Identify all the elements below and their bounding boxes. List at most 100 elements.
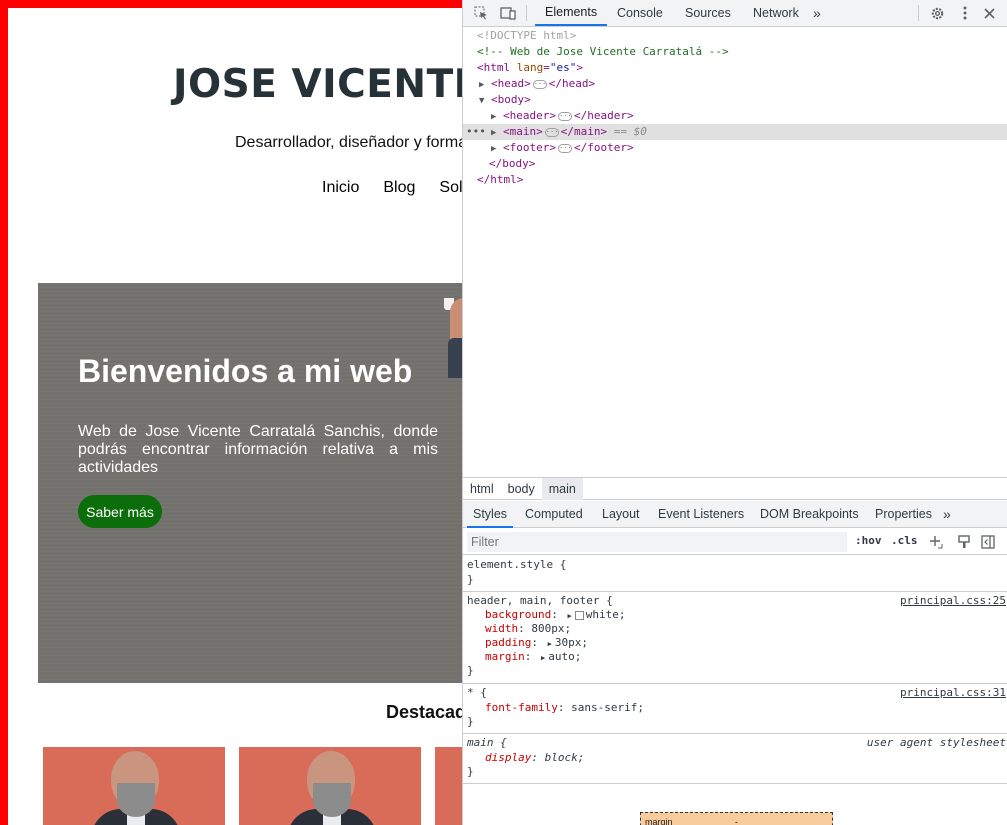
source-link[interactable]: principal.css:31 (900, 686, 1006, 699)
source-link[interactable]: principal.css:25 (900, 594, 1006, 607)
expand-arrow-icon[interactable]: ▶ (491, 109, 503, 125)
dom-html[interactable]: <html lang="es"> (477, 60, 583, 76)
site-title: JOSE VICENTE (173, 62, 462, 107)
breadcrumb-body[interactable]: body (501, 478, 542, 500)
breadcrumb-main[interactable]: main (541, 477, 583, 500)
featured-thumbnail-2[interactable] (239, 747, 421, 825)
featured-thumbnail-1[interactable] (43, 747, 225, 825)
html-attr-value: "es" (549, 61, 577, 74)
tab-sources[interactable]: Sources (685, 0, 731, 26)
rule-selector[interactable]: * { (467, 686, 487, 700)
dom-body-close[interactable]: </body> (489, 156, 535, 172)
expand-arrow-icon[interactable]: ▶ (541, 654, 545, 662)
beard-shape (313, 783, 351, 817)
expand-arrow-icon[interactable]: ▶ (491, 141, 503, 157)
tab-network[interactable]: Network (753, 0, 799, 26)
header-close-tag: </header> (573, 109, 634, 122)
device-toggle-icon[interactable] (498, 4, 518, 22)
rule-close: } (467, 573, 474, 586)
tab-computed[interactable]: Computed (525, 501, 583, 528)
expand-arrow-icon[interactable]: ▶ (567, 612, 571, 620)
box-model-diagram[interactable]: margin - (640, 812, 833, 825)
declaration-background[interactable]: background: ▶ white; (485, 608, 625, 622)
declaration-padding[interactable]: padding: ▶ 30px; (485, 636, 588, 650)
dom-doctype[interactable]: <!DOCTYPE html> (477, 28, 576, 44)
tab-layout[interactable]: Layout (602, 501, 640, 528)
tab-properties[interactable]: Properties (875, 501, 932, 528)
declaration-margin[interactable]: margin: ▶ auto; (485, 650, 581, 664)
nav-link-inicio[interactable]: Inicio (322, 179, 359, 197)
dom-main-selected[interactable]: ••• ▶ <main> ··· </main> == $0 (463, 124, 1007, 140)
rule-main-user-agent: main { user agent stylesheet display: bl… (463, 735, 1007, 784)
ellipsis-icon[interactable]: ··· (532, 79, 547, 89)
rule-selector[interactable]: element.style { (467, 558, 566, 572)
kebab-menu-icon[interactable] (955, 4, 975, 22)
dom-head[interactable]: ▶ <head> ··· </head> (479, 76, 595, 92)
ellipsis-icon[interactable]: ··· (544, 127, 559, 137)
dom-html-close[interactable]: </html> (477, 172, 523, 188)
devtools-panel: Elements Console Sources Network » <!DOC… (462, 0, 1007, 825)
toolbar-separator (918, 5, 919, 21)
dom-header[interactable]: ▶ <header> ··· </header> (491, 108, 634, 124)
dom-body[interactable]: ▼ <body> (479, 92, 531, 108)
declaration-width[interactable]: width: 800px; (485, 622, 571, 636)
box-model-margin-value[interactable]: - (735, 817, 738, 825)
property-value: sans-serif; (571, 701, 644, 714)
tab-console[interactable]: Console (617, 0, 663, 26)
footer-close-tag: </footer> (573, 141, 634, 154)
main-close-tag: </main> (560, 125, 608, 138)
ellipsis-icon[interactable]: ··· (557, 111, 572, 121)
doctype-text: <!DOCTYPE html> (477, 29, 577, 42)
color-swatch[interactable] (574, 610, 584, 620)
site-tagline: Desarrollador, diseñador y forma (235, 134, 462, 151)
saber-mas-button[interactable]: Saber más (78, 495, 162, 528)
property-name: margin (485, 650, 525, 663)
user-agent-label: user agent stylesheet (866, 736, 1006, 749)
selected-marker: == $0 (613, 125, 647, 138)
gear-icon[interactable] (927, 4, 947, 22)
tab-event-listeners[interactable]: Event Listeners (658, 501, 744, 528)
rule-selector[interactable]: main { (467, 736, 507, 750)
expand-arrow-icon[interactable]: ▶ (491, 125, 503, 141)
property-value: 800px; (531, 622, 572, 635)
tab-elements[interactable]: Elements (535, 0, 608, 26)
html-close-bracket: > (576, 61, 583, 74)
expand-arrow-icon[interactable]: ▶ (479, 77, 491, 93)
declaration-font-family[interactable]: font-family: sans-serif; (485, 701, 644, 715)
tab-dom-breakpoints[interactable]: DOM Breakpoints (760, 501, 859, 528)
nav-link-blog[interactable]: Blog (383, 179, 415, 197)
cls-toggle[interactable]: .cls (891, 534, 918, 547)
collapse-arrow-icon[interactable]: ▼ (479, 93, 491, 109)
new-rule-icon[interactable] (927, 533, 945, 551)
more-subtabs-icon[interactable]: » (943, 501, 951, 528)
rule-close: } (467, 715, 474, 728)
styles-subtabs: Styles Computed Layout Event Listeners D… (463, 501, 1007, 528)
featured-thumbnail-3[interactable] (435, 747, 462, 825)
styles-filter-input[interactable] (467, 532, 847, 552)
expand-arrow-icon[interactable]: ▶ (548, 640, 552, 648)
ellipsis-icon[interactable]: ··· (557, 143, 572, 153)
header-open-tag: <header> (503, 109, 556, 122)
row-menu-icon[interactable]: ••• (466, 124, 486, 140)
paint-icon[interactable] (955, 533, 973, 551)
inspect-icon[interactable] (471, 4, 491, 22)
tab-styles[interactable]: Styles (467, 501, 514, 528)
breadcrumb-html[interactable]: html (463, 478, 501, 500)
hov-toggle[interactable]: :hov (855, 534, 882, 547)
property-name: background (485, 608, 552, 621)
declaration-display[interactable]: display: block; (485, 751, 584, 765)
rule-selector[interactable]: header, main, footer { (467, 594, 613, 608)
nav-link-sobre[interactable]: Sol (439, 179, 462, 197)
featured-title: Destacad (386, 702, 462, 722)
property-value: 30px; (554, 636, 588, 649)
property-name: display (485, 751, 532, 764)
close-icon[interactable] (979, 4, 999, 22)
rule-element-style: element.style { } (463, 556, 1007, 592)
devtools-toolbar: Elements Console Sources Network » (463, 0, 1007, 27)
body-close-tag: </body> (489, 157, 536, 170)
dom-comment[interactable]: <!-- Web de Jose Vicente Carratalá --> (477, 44, 729, 60)
more-tabs-icon[interactable]: » (813, 0, 821, 26)
sidebar-toggle-icon[interactable] (979, 533, 997, 551)
dom-footer[interactable]: ▶ <footer> ··· </footer> (491, 140, 634, 156)
hero-banner: Bienvenidos a mi web Web de Jose Vicente… (38, 283, 462, 683)
